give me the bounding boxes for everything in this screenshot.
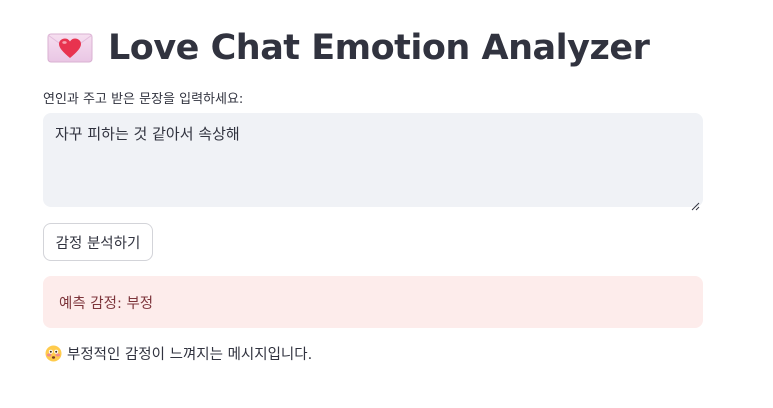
- app-container: Love Chat Emotion Analyzer 연인과 주고 받은 문장을…: [0, 0, 773, 408]
- flushed-face-icon: [45, 345, 62, 362]
- page-title: Love Chat Emotion Analyzer: [108, 28, 650, 68]
- message-input-label: 연인과 주고 받은 문장을 입력하세요:: [43, 92, 244, 107]
- result-message-text: 부정적인 감정이 느껴지는 메시지입니다.: [67, 347, 313, 363]
- message-textarea[interactable]: 자꾸 피하는 것 같아서 속상해: [43, 113, 703, 211]
- analyze-emotion-button[interactable]: 감정 분석하기: [43, 223, 153, 261]
- result-message: 부정적인 감정이 느껴지는 메시지입니다.: [45, 343, 312, 364]
- message-textarea-value: 자꾸 피하는 것 같아서 속상해: [55, 125, 240, 143]
- love-letter-icon: [46, 30, 94, 66]
- prediction-text: 예측 감정: 부정: [59, 295, 154, 312]
- resize-handle-icon[interactable]: [691, 195, 700, 211]
- prediction-alert: 예측 감정: 부정: [43, 276, 703, 328]
- page-header: Love Chat Emotion Analyzer: [46, 24, 650, 72]
